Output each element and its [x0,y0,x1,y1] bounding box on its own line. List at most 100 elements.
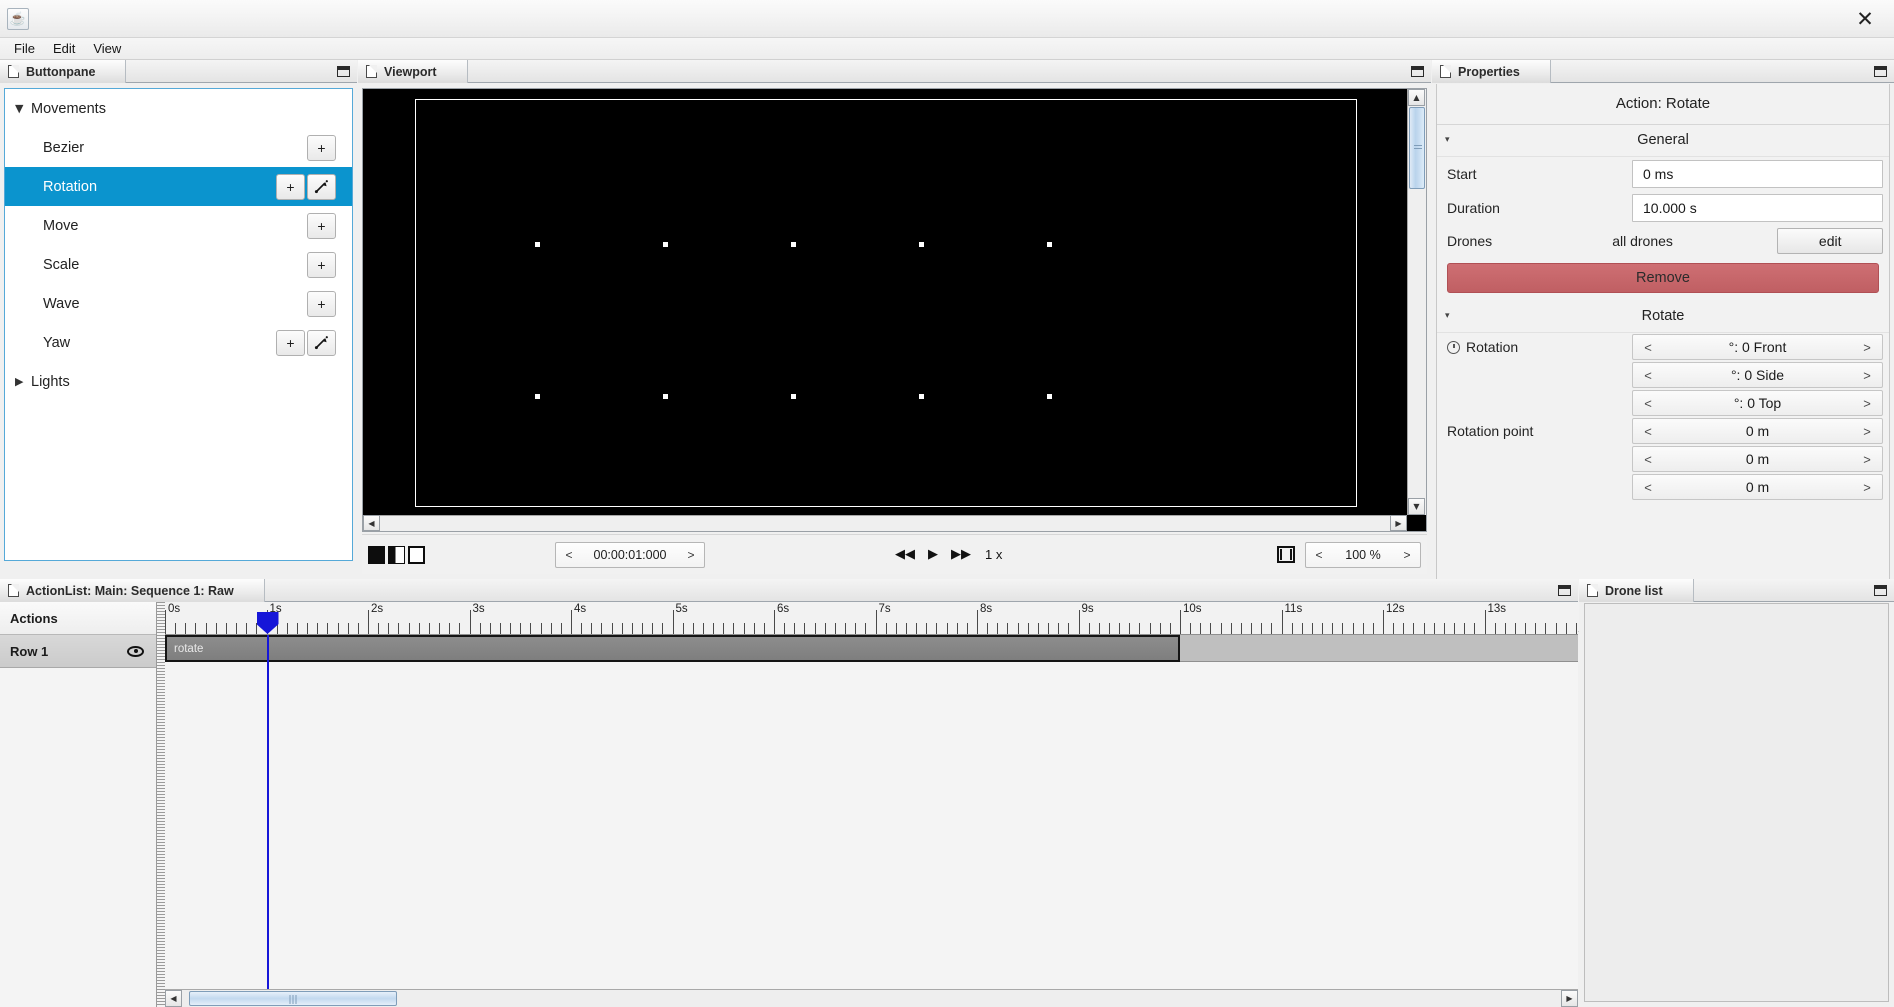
add-move-button[interactable]: + [307,212,336,239]
dronelist-body[interactable] [1584,603,1889,1002]
drone-marker[interactable] [791,394,796,399]
minimize-icon[interactable] [1874,66,1887,77]
menu-file[interactable]: File [5,39,44,58]
edit-yaw-curve-icon[interactable] [307,329,336,356]
start-field[interactable]: 0 ms [1632,160,1883,188]
drone-marker[interactable] [1047,394,1052,399]
rotation-top-prev[interactable]: < [1633,396,1663,411]
timecode-prev-button[interactable]: < [556,548,582,562]
rewind-icon[interactable]: ◀◀ [895,547,915,562]
tree-item-bezier[interactable]: Bezier + [5,128,352,167]
minimize-icon[interactable] [1874,585,1887,596]
timecode-stepper[interactable]: < 00:00:01:000 > [555,541,705,568]
drone-marker[interactable] [535,394,540,399]
wireframe-view-icon[interactable] [388,545,405,564]
drone-marker[interactable] [663,242,668,247]
rotation-point-y-prev[interactable]: < [1633,452,1663,467]
zoom-out-button[interactable]: < [1306,548,1332,562]
viewport-horizontal-scrollbar[interactable]: ◀ ▶ [363,515,1407,531]
edit-curve-icon[interactable] [307,173,336,200]
rotation-point-z-next[interactable]: > [1852,480,1882,495]
tree-group-lights[interactable]: ▶ Lights [5,362,352,401]
viewport-vscroll-thumb[interactable] [1409,107,1425,189]
drone-marker[interactable] [535,242,540,247]
rotation-side-spinner[interactable]: < °: 0 Side > [1632,362,1883,388]
tree-item-wave[interactable]: Wave + [5,284,352,323]
rotation-front-prev[interactable]: < [1633,340,1663,355]
tree-group-movements[interactable]: ▼ Movements [5,89,352,128]
zoom-stepper[interactable]: < 100 % > [1305,541,1421,568]
tree-item-yaw[interactable]: Yaw + [5,323,352,362]
tree-item-rotation[interactable]: Rotation + [5,167,352,206]
rotation-front-spinner[interactable]: < °: 0 Front > [1632,334,1883,360]
tab-dronelist[interactable]: Drone list [1579,579,1694,602]
add-rotation-button[interactable]: + [276,173,305,200]
general-section-header[interactable]: ▾ General [1437,125,1889,157]
rotation-top-next[interactable]: > [1852,396,1882,411]
timeline-canvas[interactable] [165,662,1578,989]
minimize-icon[interactable] [1558,585,1571,596]
scroll-down-icon[interactable]: ▼ [1408,498,1425,515]
scroll-right-icon[interactable]: ▶ [1390,515,1407,531]
drone-marker[interactable] [919,242,924,247]
rotation-point-y-next[interactable]: > [1852,452,1882,467]
rotation-side-next[interactable]: > [1852,368,1882,383]
drone-marker[interactable] [663,394,668,399]
chevron-right-icon[interactable]: ▶ [15,375,31,388]
tab-buttonpane[interactable]: Buttonpane [0,60,127,83]
timeline-scroll-thumb[interactable] [189,991,397,1006]
rotation-point-x-next[interactable]: > [1852,424,1882,439]
close-icon[interactable]: ✕ [1852,6,1878,32]
chevron-down-icon[interactable]: ▼ [15,102,31,115]
solid-view-icon[interactable] [368,545,385,564]
tab-actionlist[interactable]: ActionList: Main: Sequence 1: Raw [0,579,265,602]
play-icon[interactable]: ▶ [928,547,938,562]
tree-item-scale[interactable]: Scale + [5,245,352,284]
rotate-section-header[interactable]: ▾ Rotate [1437,301,1889,333]
drone-marker[interactable] [919,394,924,399]
timeline-track[interactable]: rotate [165,635,1578,662]
remove-action-button[interactable]: Remove [1447,263,1879,293]
viewport-3d-canvas[interactable] [363,89,1407,515]
camera-icon[interactable] [1277,546,1295,563]
scroll-up-icon[interactable]: ▲ [1408,89,1425,106]
table-row[interactable]: Row 1 [0,635,156,668]
duration-field[interactable]: 10.000 s [1632,194,1883,222]
tab-viewport[interactable]: Viewport [358,60,468,83]
rotate-collapse-icon[interactable]: ▾ [1445,311,1450,321]
timeline-scroll-right-icon[interactable]: ▶ [1561,990,1578,1007]
eye-icon[interactable] [127,645,144,657]
add-wave-button[interactable]: + [307,290,336,317]
general-collapse-icon[interactable]: ▾ [1445,135,1450,145]
minimize-icon[interactable] [337,66,350,77]
minimize-icon[interactable] [1411,66,1424,77]
timeline-clip-rotate[interactable]: rotate [165,635,1180,662]
outline-view-icon[interactable] [408,545,425,564]
fast-forward-icon[interactable]: ▶▶ [951,547,971,562]
menu-edit[interactable]: Edit [44,39,84,58]
timeline-scroll-left-icon[interactable]: ◀ [165,990,182,1007]
scroll-left-icon[interactable]: ◀ [363,515,380,531]
menu-view[interactable]: View [84,39,130,58]
timeline-ruler[interactable]: 0s1s2s3s4s5s6s7s8s9s10s11s12s13s1 [165,602,1578,635]
tab-properties[interactable]: Properties [1432,60,1551,83]
rotation-top-spinner[interactable]: < °: 0 Top > [1632,390,1883,416]
timecode-next-button[interactable]: > [678,548,704,562]
timeline-horizontal-scrollbar[interactable]: ◀ ▶ [165,989,1578,1007]
edit-drones-button[interactable]: edit [1777,228,1883,254]
zoom-in-button[interactable]: > [1394,548,1420,562]
drone-marker[interactable] [1047,242,1052,247]
drone-marker[interactable] [791,242,796,247]
rotation-front-next[interactable]: > [1852,340,1882,355]
rotation-point-x-prev[interactable]: < [1633,424,1663,439]
viewport-vertical-scrollbar[interactable]: ▲ ▼ [1407,89,1426,515]
rotation-point-z-prev[interactable]: < [1633,480,1663,495]
add-bezier-button[interactable]: + [307,134,336,161]
tree-item-move[interactable]: Move + [5,206,352,245]
rotation-point-x-spinner[interactable]: < 0 m > [1632,418,1883,444]
add-scale-button[interactable]: + [307,251,336,278]
rotation-point-y-spinner[interactable]: < 0 m > [1632,446,1883,472]
rotation-side-prev[interactable]: < [1633,368,1663,383]
add-yaw-button[interactable]: + [276,329,305,356]
rotation-point-z-spinner[interactable]: < 0 m > [1632,474,1883,500]
